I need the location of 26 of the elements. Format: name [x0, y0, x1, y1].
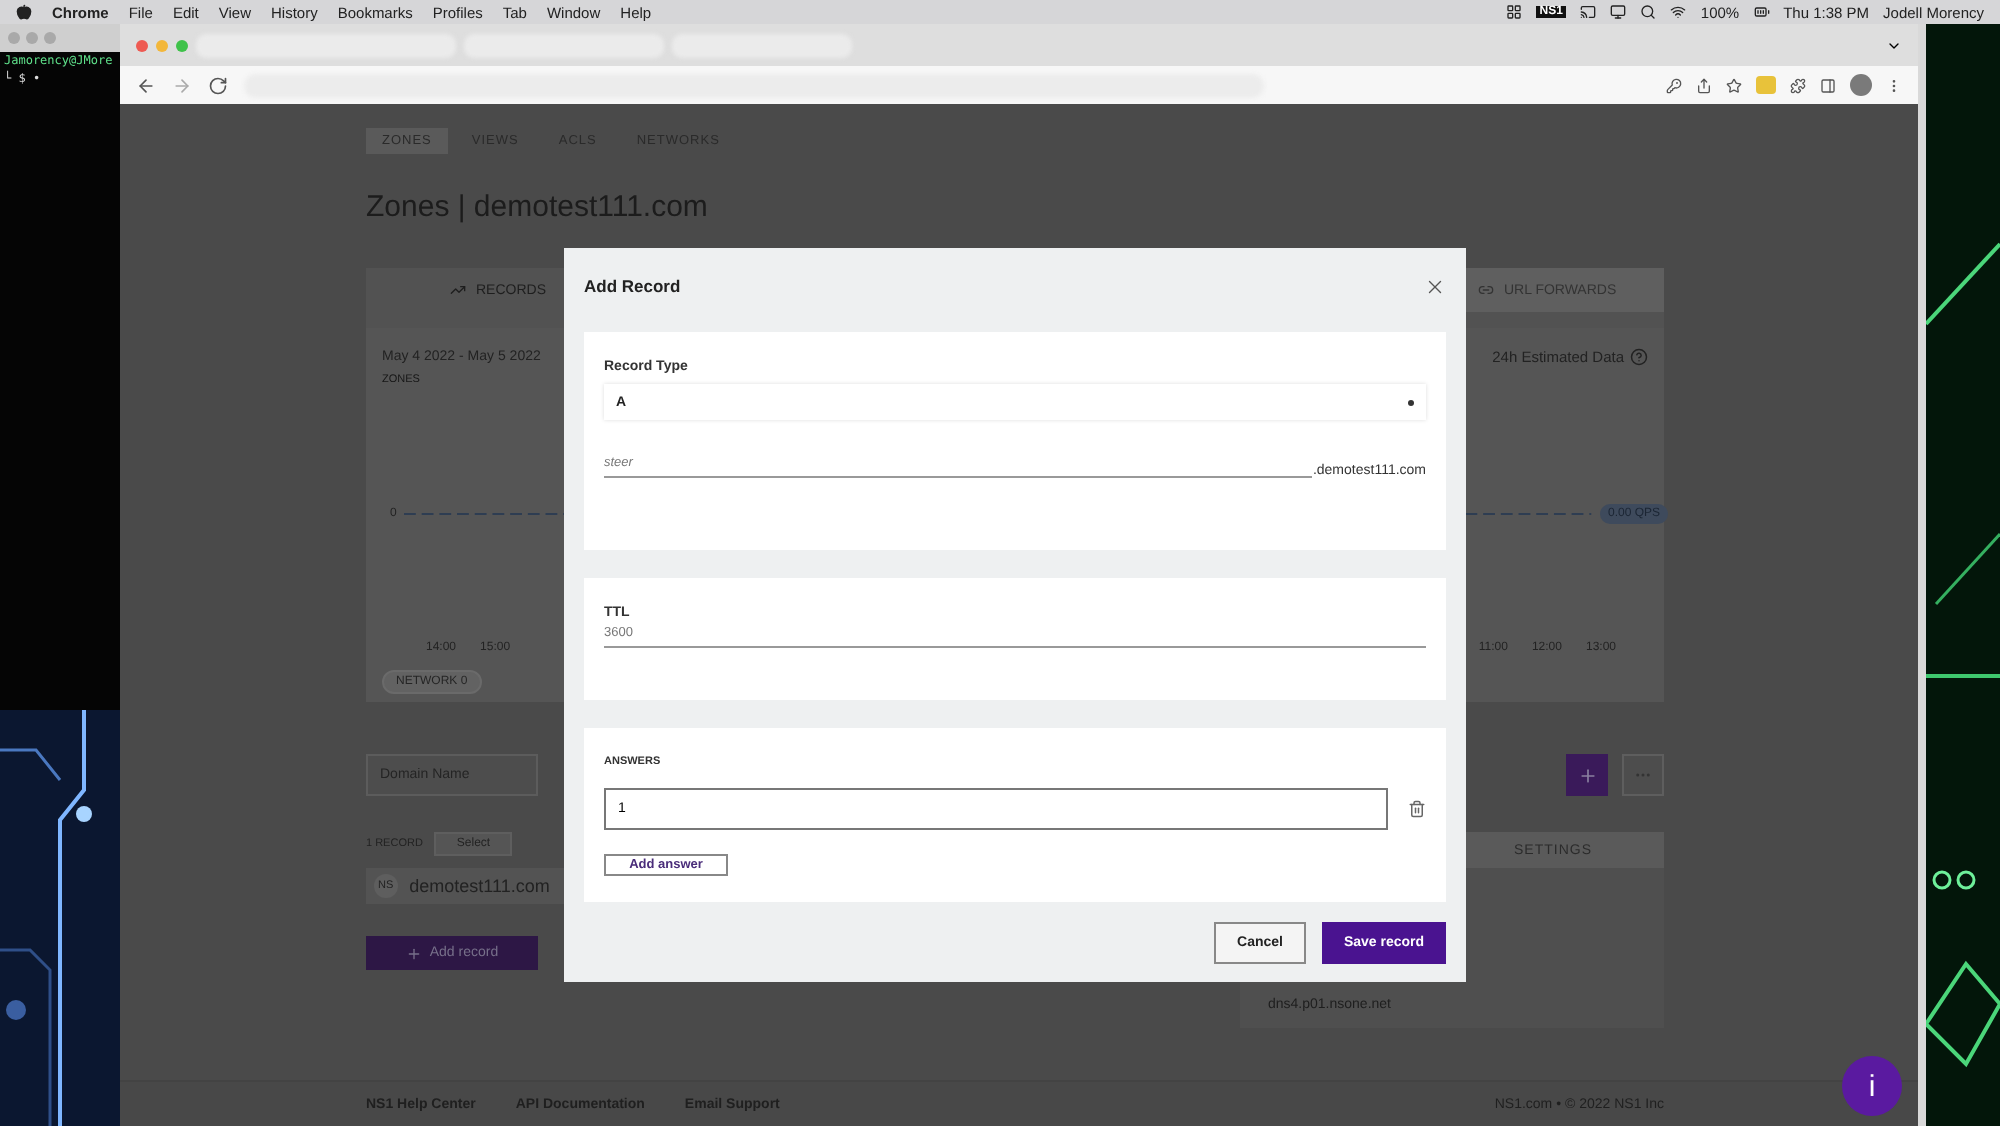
share-icon[interactable] — [1696, 77, 1712, 93]
cast-icon[interactable] — [1580, 4, 1597, 20]
profile-avatar[interactable] — [1850, 74, 1872, 96]
dropdown-dot-icon — [1408, 399, 1414, 405]
reload-icon[interactable] — [208, 75, 228, 95]
info-button[interactable]: i — [1842, 1056, 1902, 1116]
grid-icon[interactable] — [1505, 4, 1522, 20]
puzzle-icon[interactable] — [1790, 77, 1806, 93]
monitor-icon[interactable] — [1610, 4, 1627, 20]
key-icon[interactable] — [1666, 77, 1682, 93]
dialog-title: Add Record — [584, 276, 681, 296]
wifi-icon[interactable] — [1670, 4, 1687, 20]
link-icon — [1478, 282, 1494, 298]
plus-icon — [405, 945, 422, 961]
side-panel-icon[interactable] — [1820, 77, 1836, 93]
star-icon[interactable] — [1726, 77, 1742, 93]
add-button[interactable] — [1566, 754, 1608, 796]
search-icon[interactable] — [1640, 4, 1657, 20]
close-window-button[interactable] — [136, 39, 148, 51]
battery-icon[interactable] — [1753, 4, 1770, 20]
trend-icon — [450, 282, 466, 298]
plus-icon — [1577, 765, 1597, 785]
close-icon[interactable] — [1424, 275, 1446, 297]
back-icon[interactable] — [136, 75, 156, 95]
apple-icon[interactable] — [16, 4, 32, 20]
trash-icon[interactable] — [1408, 800, 1426, 818]
